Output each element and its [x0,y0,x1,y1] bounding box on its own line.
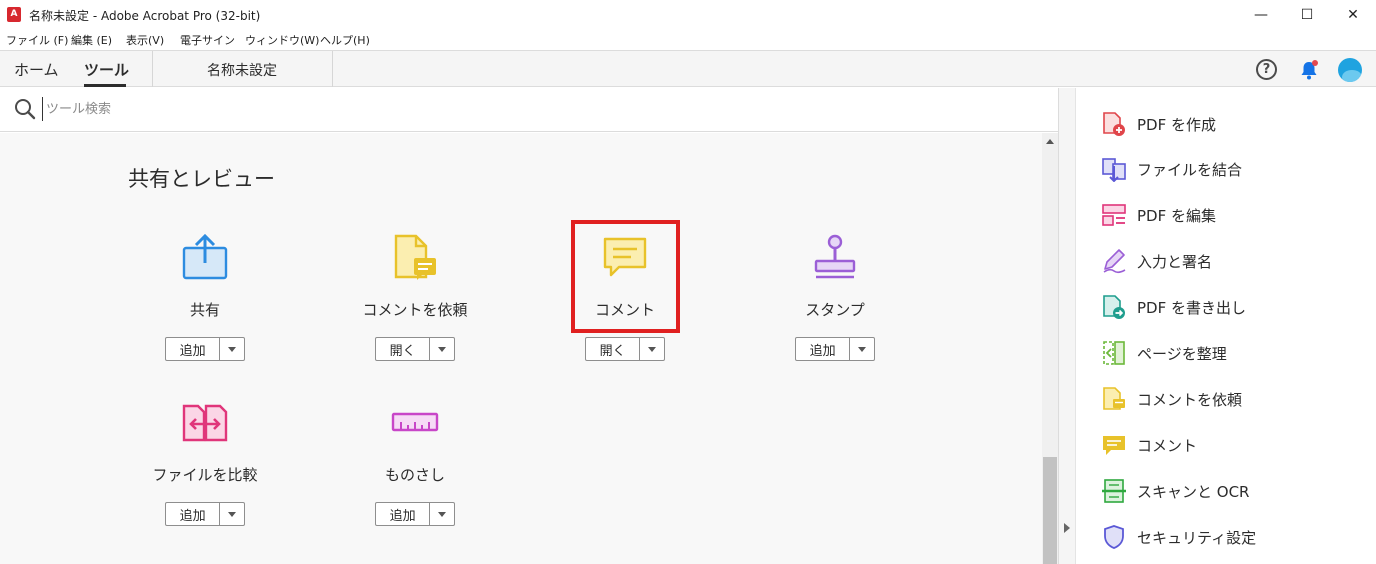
scan-ocr-icon [1102,479,1126,503]
search-icon [14,98,36,124]
panel-item-edit-pdf[interactable]: PDF を編集 [1101,201,1361,229]
tool-label: コメントを依頼 [362,301,468,319]
tool-action-button: 追加 [375,502,455,526]
menu-window[interactable]: ウィンドウ(W) [245,32,319,48]
title-bar: A 名称未設定 - Adobe Acrobat Pro (32-bit) — ☐… [0,0,1376,30]
highlight-box [571,220,680,333]
chevron-down-icon[interactable] [220,338,244,360]
organize-pages-icon [1103,341,1125,365]
open-button[interactable]: 開く [376,338,431,360]
tools-content-area: 共有とレビュー 共有 追加 コメントを依頼 開く コメント 開く スタンプ 追加… [0,133,1042,564]
tab-tools[interactable]: ツール [84,59,129,80]
tool-stamp: スタンプ 追加 [745,233,925,383]
tool-measure: ものさし 追加 [325,398,505,548]
fill-sign-icon [1103,249,1126,274]
tool-label: 共有 [189,301,220,319]
panel-item-label: コメントを依頼 [1137,390,1243,409]
tool-action-button: 追加 [165,502,245,526]
section-title: 共有とレビュー [128,167,275,191]
panel-item-organize-pages[interactable]: ページを整理 [1101,339,1361,367]
tool-action-button: 追加 [795,337,875,361]
menu-view[interactable]: 表示(V) [126,32,164,48]
tab-document[interactable]: 名称未設定 [207,60,277,80]
add-button[interactable]: 追加 [166,338,221,360]
chevron-down-icon[interactable] [430,503,454,525]
tool-search-input[interactable] [42,97,442,121]
combine-files-icon [1102,158,1126,182]
add-button[interactable]: 追加 [166,503,221,525]
panel-item-label: コメント [1137,436,1198,455]
create-pdf-icon [1103,112,1125,136]
stamp-icon[interactable] [811,233,859,281]
share-icon[interactable] [181,233,229,281]
user-avatar[interactable] [1338,58,1362,82]
panel-item-combine-files[interactable]: ファイルを結合 [1101,155,1361,183]
panel-item-label: PDF を書き出し [1137,298,1246,317]
tool-action-button: 開く [375,337,455,361]
chevron-down-icon[interactable] [220,503,244,525]
add-button[interactable]: 追加 [796,338,851,360]
panel-item-label: PDF を編集 [1137,206,1216,225]
window-title: 名称未設定 - Adobe Acrobat Pro (32-bit) [29,9,261,23]
panel-item-label: セキュリティ設定 [1137,528,1257,547]
notification-bell-icon[interactable] [1298,59,1320,85]
tool-label: ファイルを比較 [152,466,258,484]
measure-icon[interactable] [391,398,439,446]
panel-item-export-pdf[interactable]: PDF を書き出し [1101,293,1361,321]
panel-item-fill-sign[interactable]: 入力と署名 [1101,247,1361,275]
menu-edit[interactable]: 編集 (E) [71,32,112,48]
menu-help[interactable]: ヘルプ(H) [320,32,370,48]
menu-bar: ファイル (F) 編集 (E) 表示(V) 電子サイン ウィンドウ(W) ヘルプ… [0,30,1376,49]
add-button[interactable]: 追加 [376,503,431,525]
acrobat-logo-icon: A [7,7,21,22]
request-comments-icon [1103,387,1125,410]
menu-file[interactable]: ファイル (F) [6,32,68,48]
edit-pdf-icon [1102,204,1126,226]
vertical-scrollbar[interactable] [1042,133,1058,564]
minimize-button[interactable]: — [1238,0,1284,30]
tab-home[interactable]: ホーム [14,59,59,80]
panel-item-label: ファイルを結合 [1137,160,1243,179]
tool-label: ものさし [384,466,445,484]
help-icon[interactable]: ? [1256,59,1277,80]
request-comments-icon[interactable] [391,233,439,281]
tool-action-button: 追加 [165,337,245,361]
open-button[interactable]: 開く [586,338,641,360]
tool-action-button: 開く [585,337,665,361]
export-pdf-icon [1103,295,1125,319]
panel-item-comment[interactable]: コメント [1101,431,1361,459]
panel-item-request-comments[interactable]: コメントを依頼 [1101,385,1361,413]
scrollbar-thumb[interactable] [1043,457,1057,564]
panel-item-security[interactable]: セキュリティ設定 [1101,523,1361,551]
right-tools-panel: PDF を作成 ファイルを結合 PDF を編集 入力と署名 PDF を書き出し … [1077,88,1376,564]
tool-share: 共有 追加 [115,233,295,383]
chevron-right-icon[interactable] [1064,523,1070,533]
chevron-down-icon[interactable] [850,338,874,360]
security-shield-icon [1104,525,1124,549]
right-panel-toggle[interactable] [1058,88,1076,564]
tool-label: スタンプ [805,301,865,319]
panel-item-create-pdf[interactable]: PDF を作成 [1101,110,1361,138]
close-button[interactable]: ✕ [1330,0,1376,30]
comment-icon [1103,436,1125,455]
panel-item-label: スキャンと OCR [1137,482,1250,501]
tab-divider [152,51,153,87]
chevron-down-icon[interactable] [640,338,664,360]
tab-bar: ホーム ツール 名称未設定 ? [0,50,1376,87]
menu-e-sign[interactable]: 電子サイン [180,32,235,48]
panel-item-scan-ocr[interactable]: スキャンと OCR [1101,477,1361,505]
panel-item-label: 入力と署名 [1137,252,1213,271]
tab-divider [332,51,333,87]
panel-item-label: PDF を作成 [1137,115,1216,134]
tool-compare-files: ファイルを比較 追加 [115,398,295,548]
chevron-down-icon[interactable] [430,338,454,360]
tool-request-comments: コメントを依頼 開く [325,233,505,383]
tool-search-bar [0,88,1058,132]
compare-files-icon[interactable] [181,398,229,446]
active-tab-indicator [84,84,126,87]
maximize-button[interactable]: ☐ [1284,0,1330,30]
panel-item-label: ページを整理 [1137,344,1227,363]
scroll-up-arrow-icon[interactable] [1042,133,1058,149]
